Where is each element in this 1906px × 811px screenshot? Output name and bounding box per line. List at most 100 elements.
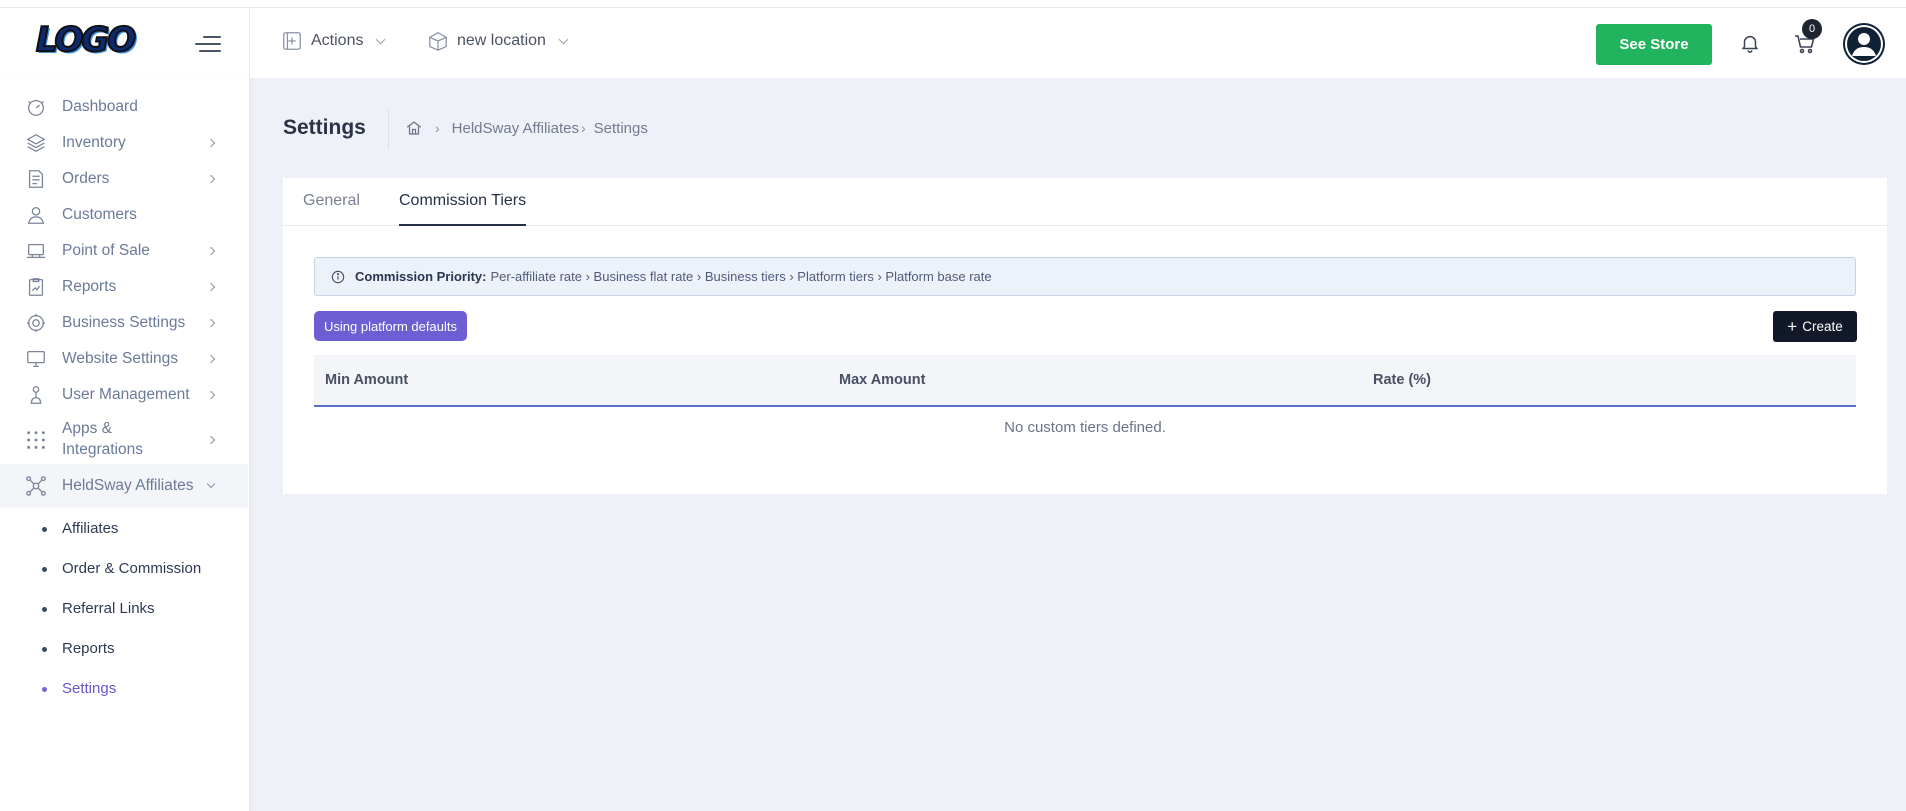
column-header-rate[interactable]: Rate (%) xyxy=(1373,372,1431,388)
chevron-right-icon xyxy=(206,246,216,256)
tab-commission-tiers[interactable]: Commission Tiers xyxy=(399,192,527,226)
sidebar-item-label: Inventory xyxy=(62,134,126,151)
sidebar-item-inventory[interactable]: Inventory xyxy=(0,132,248,154)
add-square-icon xyxy=(283,32,301,50)
sidebar-subitem-label: Affiliates xyxy=(62,520,119,537)
breadcrumb-separator: › xyxy=(580,120,586,136)
chevron-right-icon xyxy=(206,282,216,292)
empty-state-text: No custom tiers defined. xyxy=(1004,419,1166,436)
sidebar-item-label: Point of Sale xyxy=(62,242,150,259)
sidebar-subitem-reports[interactable]: Reports xyxy=(0,634,248,664)
sidebar-item-label: HeldSway Affiliates xyxy=(62,477,194,494)
sidebar-item-customers[interactable]: Customers xyxy=(0,204,248,226)
column-header-max-amount[interactable]: Max Amount xyxy=(839,372,925,388)
network-icon xyxy=(26,476,46,496)
table-header: Min Amount Max Amount Rate (%) xyxy=(314,355,1856,407)
store-box-icon xyxy=(429,32,447,51)
sidebar-subitem-label: Order & Commission xyxy=(62,560,202,577)
chevron-right-icon xyxy=(206,435,216,445)
dashboard-icon xyxy=(28,99,44,116)
top-strip xyxy=(0,0,1906,8)
sidebar-subitem-label: Referral Links xyxy=(62,600,155,617)
sidebar-item-website-settings[interactable]: Website Settings xyxy=(0,348,248,370)
logo[interactable]: LOGO xyxy=(35,19,137,61)
sidebar-item-apps-integrations[interactable]: Apps & Integrations xyxy=(0,418,248,462)
chevron-right-icon xyxy=(206,318,216,328)
avatar[interactable] xyxy=(1843,23,1885,65)
status-badge: Using platform defaults xyxy=(314,311,467,341)
sidebar-item-reports[interactable]: Reports xyxy=(0,276,248,298)
sidebar-item-point-of-sale[interactable]: Point of Sale xyxy=(0,240,248,262)
chevron-right-icon xyxy=(206,138,216,148)
report-icon xyxy=(28,278,44,296)
sidebar-item-label: Website Settings xyxy=(62,350,179,367)
breadcrumb-separator: › xyxy=(435,120,440,136)
sidebar-subitem-label: Reports xyxy=(62,640,115,657)
cart-count-badge: 0 xyxy=(1802,19,1822,39)
sidebar-item-business-settings[interactable]: Business Settings xyxy=(0,312,248,334)
sidebar-item-orders[interactable]: Orders xyxy=(0,168,248,190)
sidebar-item-label: User Management xyxy=(62,386,190,403)
layers-icon xyxy=(26,134,46,152)
page-title: Settings xyxy=(283,116,366,139)
location-menu[interactable]: new location xyxy=(427,30,569,52)
top-header: LOGO Actions new location See Store 0 xyxy=(0,8,1906,78)
info-icon xyxy=(331,270,345,283)
home-icon[interactable] xyxy=(405,119,423,137)
plus-icon: + xyxy=(1787,316,1798,336)
bullet-icon xyxy=(42,607,47,612)
gear-icon xyxy=(26,313,46,333)
column-header-min-amount[interactable]: Min Amount xyxy=(325,372,408,388)
bullet-icon xyxy=(42,567,47,572)
breadcrumb-link-affiliates[interactable]: HeldSway Affiliates xyxy=(452,120,579,137)
actions-menu[interactable]: Actions xyxy=(281,30,386,52)
apps-grid-icon xyxy=(27,431,45,449)
create-button[interactable]: + Create xyxy=(1773,311,1857,342)
commission-card: General Commission Tiers Commission Prio… xyxy=(283,178,1887,494)
logo-area: LOGO xyxy=(0,8,250,78)
chevron-down-icon xyxy=(376,34,386,44)
chevron-right-icon xyxy=(206,354,216,364)
commission-priority-notice: Commission Priority: Per-affiliate rate … xyxy=(314,257,1856,296)
see-store-button[interactable]: See Store xyxy=(1596,24,1712,65)
sidebar-subitem-affiliates[interactable]: Affiliates xyxy=(0,514,248,544)
bullet-icon xyxy=(42,527,47,532)
sidebar-subitem-label: Settings xyxy=(62,680,117,697)
create-button-label: Create xyxy=(1802,319,1843,334)
user-manage-icon xyxy=(30,386,42,404)
table-empty-row: No custom tiers defined. xyxy=(314,407,1856,449)
chevron-right-icon xyxy=(206,390,216,400)
sidebar-item-label-line2: Integrations xyxy=(62,441,143,458)
sidebar-subitem-settings[interactable]: Settings xyxy=(0,674,248,704)
sidebar-item-label: Business Settings xyxy=(62,314,186,331)
notice-text: Per-affiliate rate › Business flat rate … xyxy=(490,269,992,284)
user-icon xyxy=(27,207,45,224)
menu-toggle-icon[interactable] xyxy=(195,34,221,54)
sidebar-item-label: Customers xyxy=(62,206,137,223)
pos-icon xyxy=(26,243,46,259)
title-divider xyxy=(388,108,389,150)
chevron-down-icon xyxy=(206,479,216,489)
sidebar: Dashboard Inventory Orders Customers Poi… xyxy=(0,78,250,811)
document-icon xyxy=(28,170,44,188)
sidebar-item-heldsway-affiliates[interactable]: HeldSway Affiliates xyxy=(0,464,248,508)
chevron-right-icon xyxy=(206,174,216,184)
sidebar-subitem-referral-links[interactable]: Referral Links xyxy=(0,594,248,624)
bell-icon[interactable] xyxy=(1739,32,1761,54)
breadcrumb: › HeldSway Affiliates › Settings xyxy=(405,119,648,137)
tiers-table: Min Amount Max Amount Rate (%) No custom… xyxy=(314,355,1856,449)
monitor-icon xyxy=(27,351,45,367)
sidebar-item-label: Dashboard xyxy=(62,98,138,115)
sidebar-item-dashboard[interactable]: Dashboard xyxy=(0,96,248,118)
sidebar-subitem-order-commission[interactable]: Order & Commission xyxy=(0,554,248,584)
tab-general[interactable]: General xyxy=(303,192,360,224)
sidebar-item-label: Apps & xyxy=(62,420,112,437)
sidebar-item-label: Reports xyxy=(62,278,117,295)
bullet-icon xyxy=(42,687,47,692)
breadcrumb-current: Settings xyxy=(593,119,648,137)
location-label: new location xyxy=(457,32,546,49)
tab-bar: General Commission Tiers xyxy=(283,178,1887,226)
user-avatar-icon xyxy=(1845,25,1883,63)
sidebar-item-user-management[interactable]: User Management xyxy=(0,384,248,406)
notice-title: Commission Priority: xyxy=(355,269,487,284)
